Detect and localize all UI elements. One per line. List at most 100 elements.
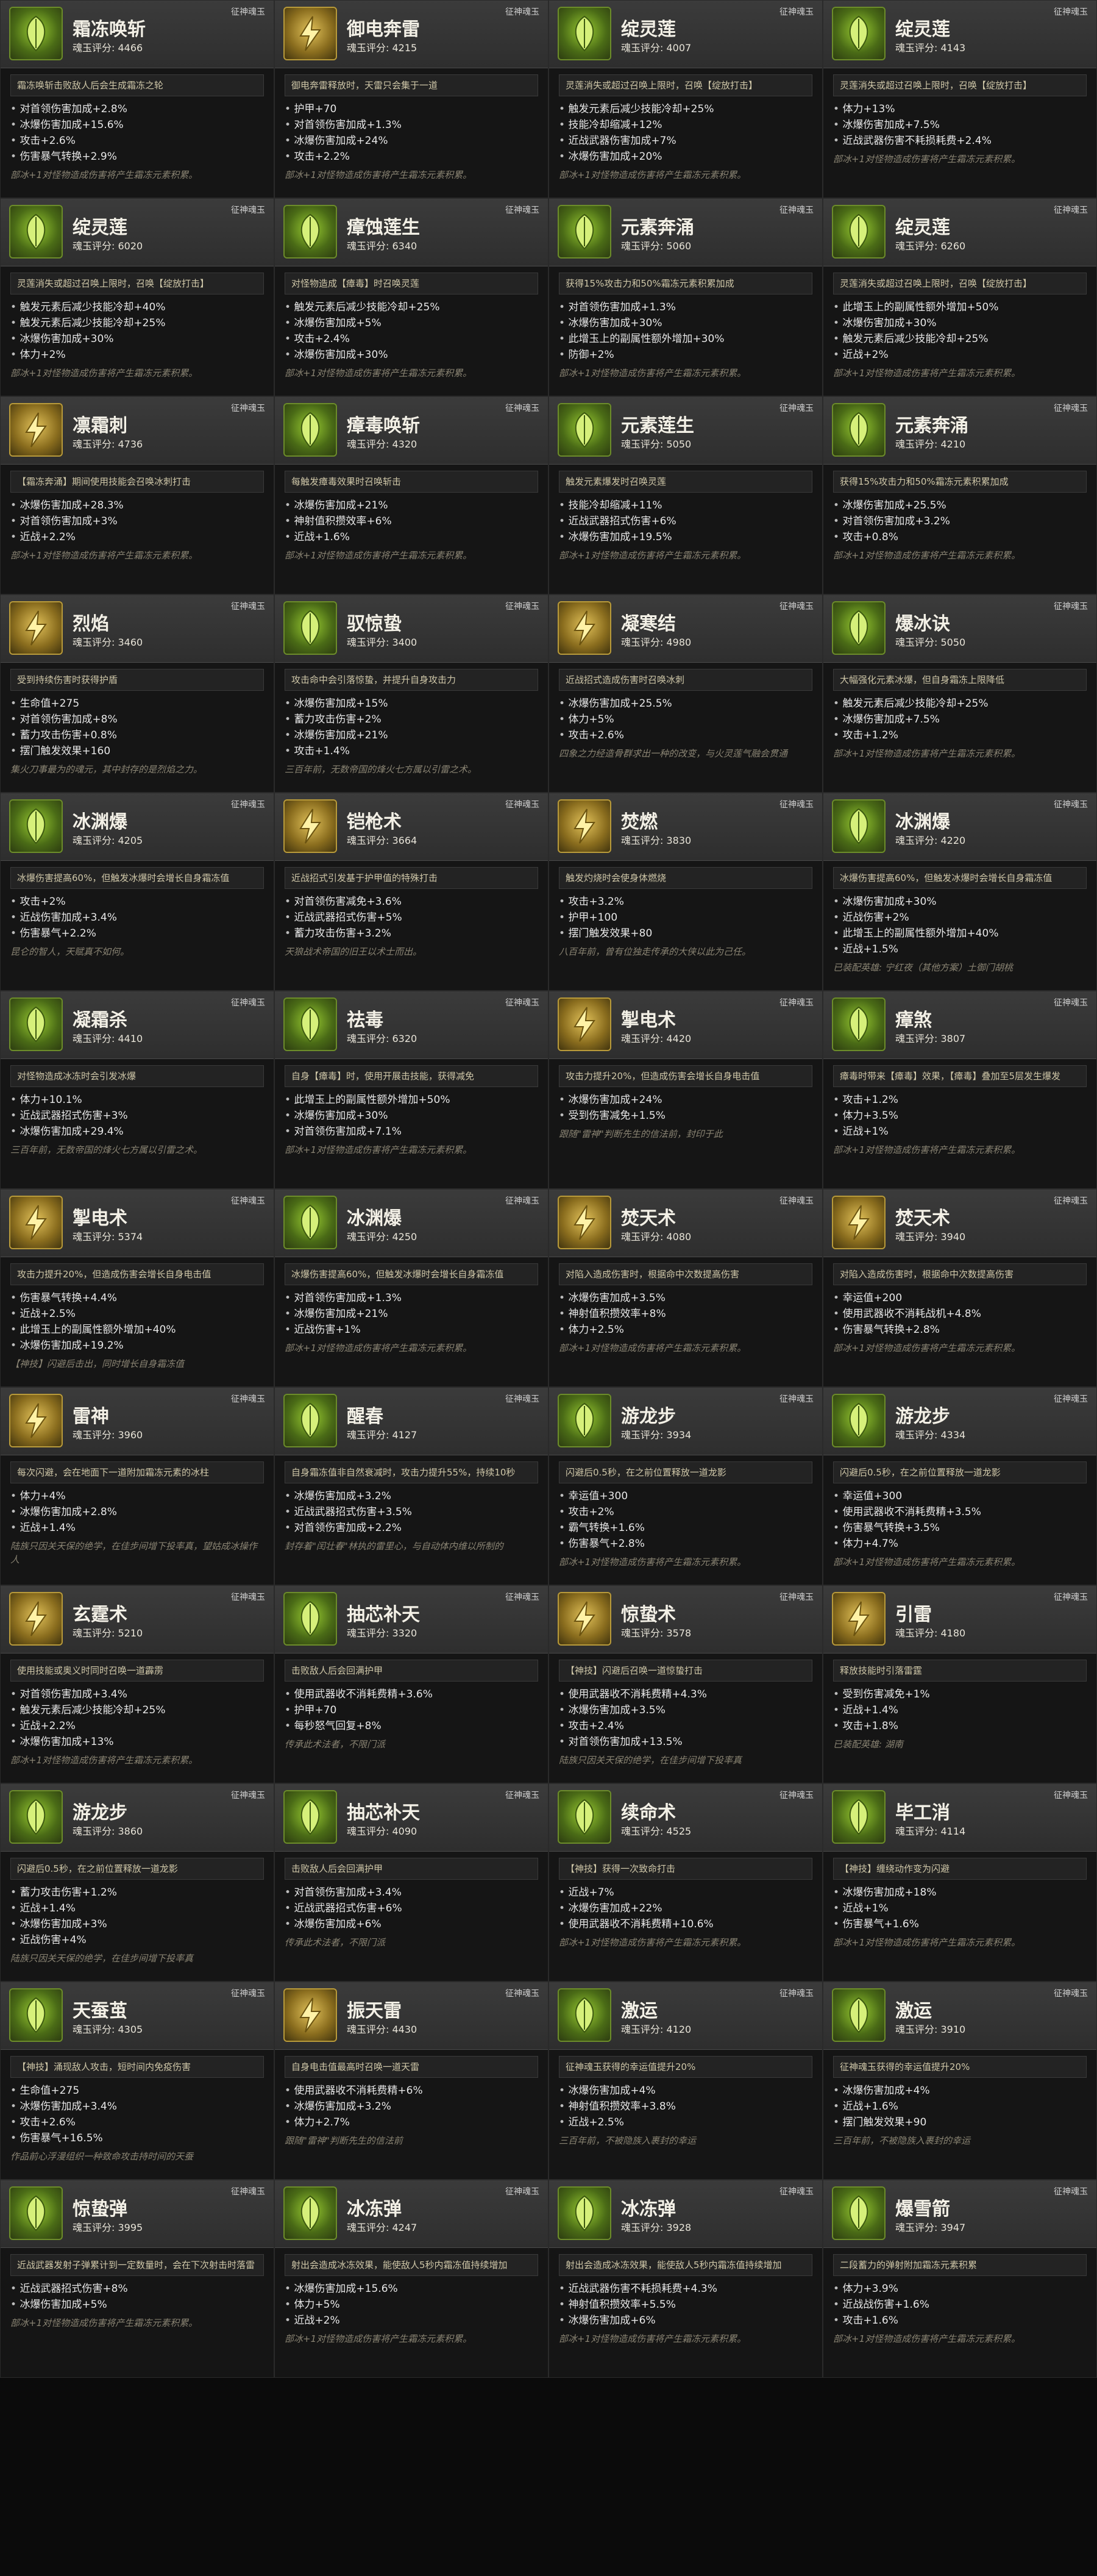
jade-name: 绽灵莲 — [73, 217, 127, 238]
jade-category-tag: 征神魂玉 — [779, 998, 814, 1008]
soul-jade-card[interactable]: 征神魂玉游龙步魂玉评分: 3860闪避后0.5秒，在之前位置释放一道龙影蓄力攻击… — [0, 1783, 274, 1982]
jade-flavor-text: 部冰+1对怪物造成伤害将产生霜冻元素积累。 — [833, 2333, 1021, 2344]
soul-jade-card[interactable]: 征神魂玉凝霜杀魂玉评分: 4410对怪物造成冰冻时会引发冰爆体力+10.1%近战… — [0, 991, 274, 1189]
jade-name: 凛霜刺 — [73, 415, 127, 437]
card-header: 征神魂玉 引雷 魂玉评分: 4180 — [823, 1586, 1096, 1654]
jade-name: 游龙步 — [895, 1406, 950, 1427]
jade-category-tag: 征神魂玉 — [505, 7, 539, 17]
leaf-jade-icon — [558, 2186, 611, 2240]
soul-jade-card[interactable]: 征神魂玉天蚕茧魂玉评分: 4305【神技】涌现敌人攻击，短时间内免疫伤害生命值+… — [0, 1982, 274, 2180]
soul-jade-card[interactable]: 征神魂玉祛毒魂玉评分: 6320自身【瘴毒】时，使用开展击技能，获得减免此增玉上… — [274, 991, 548, 1189]
jade-stat: 冰爆伤害加成+3.4% — [10, 2099, 264, 2114]
soul-jade-card[interactable]: 征神魂玉抽芯补天魂玉评分: 3320击败敌人后会回满护甲使用武器收不消耗费精+3… — [274, 1585, 548, 1783]
jade-category-tag: 征神魂玉 — [779, 1791, 814, 1800]
jade-category-tag: 征神魂玉 — [1054, 404, 1088, 413]
soul-jade-card[interactable]: 征神魂玉凝寒结魂玉评分: 4980近战招式造成伤害时召唤冰刺冰爆伤害加成+25.… — [548, 594, 823, 793]
soul-jade-card[interactable]: 征神魂玉焚燃魂玉评分: 3830触发灼烧时会使身体燃烧攻击+3.2%护甲+100… — [548, 793, 823, 991]
jade-category-tag: 征神魂玉 — [1054, 7, 1088, 17]
jade-description: 受到持续伤害时获得护盾 — [10, 669, 264, 691]
soul-jade-card[interactable]: 征神魂玉续命术魂玉评分: 4525【神技】获得一次致命打击近战+7%冰爆伤害加成… — [548, 1783, 823, 1982]
jade-stat: 伤害暴气+2.2% — [10, 926, 264, 941]
jade-stat: 对首领伤害加成+13.5% — [559, 1734, 812, 1750]
soul-jade-card[interactable]: 征神魂玉元素奔涌魂玉评分: 4210获得15%攻击力和50%霜冻元素积累加成冰爆… — [823, 396, 1097, 594]
jade-description: 征神魂玉获得的幸运值提升20% — [559, 2056, 812, 2078]
soul-jade-card[interactable]: 征神魂玉 冰渊爆 魂玉评分: 4220 冰爆伤害提高60%，但触发冰爆时会增长自身霜冻… — [823, 793, 1097, 991]
soul-jade-card[interactable]: 征神魂玉元素莲生魂玉评分: 5050触发元素爆发时召唤灵莲技能冷却缩减+11%近… — [548, 396, 823, 594]
soul-jade-card[interactable]: 征神魂玉 醒春 魂玉评分: 4127 自身霜冻值非自然衰减时，攻击力提升55%，持续1… — [274, 1387, 548, 1585]
soul-jade-card[interactable]: 征神魂玉瘴毒唤斩魂玉评分: 4320每触发瘴毒效果时召唤斩击冰爆伤害加成+21%… — [274, 396, 548, 594]
soul-jade-card[interactable]: 征神魂玉 冰冻弹 魂玉评分: 4247 射出会造成冰冻效果，能使敌人5秒内霜冻值持续增… — [274, 2180, 548, 2378]
soul-jade-card[interactable]: 征神魂玉抽芯补天魂玉评分: 4090击败敌人后会回满护甲对首领伤害加成+3.4%… — [274, 1783, 548, 1982]
soul-jade-card[interactable]: 征神魂玉元素奔涌魂玉评分: 5060获得15%攻击力和50%霜冻元素积累加成对首… — [548, 198, 823, 396]
soul-jade-card[interactable]: 征神魂玉毕工消魂玉评分: 4114【神技】缠绕动作变为闪避冰爆伤害加成+18%近… — [823, 1783, 1097, 1982]
soul-jade-card[interactable]: 征神魂玉焚天术魂玉评分: 3940对陷入造成伤害时，根据命中次数提高伤害幸运值+… — [823, 1189, 1097, 1387]
jade-description: 攻击力提升20%，但造成伤害会增长自身电击值 — [10, 1263, 264, 1285]
card-body: 冰爆伤害提高60%，但触发冰爆时会增长自身霜冻值对首领伤害加成+1.3%冰爆伤害… — [275, 1257, 548, 1355]
soul-jade-card[interactable]: 征神魂玉瘴蚀莲生魂玉评分: 6340对怪物造成【瘴毒】时召唤灵莲触发元素后减少技… — [274, 198, 548, 396]
leaf-jade-icon — [283, 1394, 337, 1447]
card-body: 【神技】涌现敌人攻击，短时间内免疫伤害生命值+275冰爆伤害加成+3.4%攻击+… — [1, 2050, 274, 2163]
jade-stat: 触发元素后减少技能冷却+25% — [10, 1702, 264, 1718]
soul-jade-card[interactable]: 征神魂玉绽灵莲魂玉评分: 6020灵莲消失或超过召唤上限时，召唤【绽放打击】触发… — [0, 198, 274, 396]
soul-jade-card[interactable]: 征神魂玉激运魂玉评分: 3910 征神魂玉获得的幸运值提升20% 冰爆伤害加成+4%… — [823, 1982, 1097, 2180]
soul-jade-card[interactable]: 征神魂玉铠枪术魂玉评分: 3664近战招式引发基于护甲值的特殊打击对首领伤害减免… — [274, 793, 548, 991]
jade-stat: 对首领伤害加成+3% — [10, 513, 264, 529]
card-body: 近战招式引发基于护甲值的特殊打击对首领伤害减免+3.6%近战武器招式伤害+5%蓄… — [275, 861, 548, 958]
jade-category-tag: 征神魂玉 — [1054, 205, 1088, 215]
jade-name: 毕工消 — [895, 1802, 950, 1824]
soul-jade-card[interactable]: 征神魂玉御电奔雷魂玉评分: 4215御电奔雷释放时，天雷只会集于一道护甲+70对… — [274, 0, 548, 198]
jade-stat: 冰爆伤害加成+21% — [285, 727, 538, 743]
leaf-jade-icon — [832, 601, 886, 655]
leaf-jade-icon — [832, 403, 886, 457]
jade-name: 绽灵莲 — [895, 19, 950, 40]
jade-flavor-text: 陆族只因关天保的绝学，在佳步间增下投率真 — [10, 1953, 194, 1964]
soul-jade-card[interactable]: 征神魂玉焚天术魂玉评分: 4080对陷入造成伤害时，根据命中次数提高伤害冰爆伤害… — [548, 1189, 823, 1387]
soul-jade-card[interactable]: 征神魂玉 瘴煞 魂玉评分: 3807 瘴毒时带来【瘴毒】效果，【瘴毒】叠加至5层发生爆… — [823, 991, 1097, 1189]
soul-jade-card[interactable]: 征神魂玉绽灵莲魂玉评分: 6260灵莲消失或超过召唤上限时，召唤【绽放打击】此增… — [823, 198, 1097, 396]
soul-jade-card[interactable]: 征神魂玉 冰冻弹 魂玉评分: 3928 射出会造成冰冻效果，能使敌人5秒内霜冻值持续增… — [548, 2180, 823, 2378]
soul-jade-card[interactable]: 征神魂玉雷神魂玉评分: 3960每次闪避，会在地面下一道附加霜冻元素的冰柱体力+… — [0, 1387, 274, 1585]
jade-stat: 攻击+2.6% — [10, 133, 264, 149]
jade-stat: 冰爆伤害加成+24% — [559, 1092, 812, 1108]
soul-jade-card[interactable]: 征神魂玉掣电术魂玉评分: 4420攻击力提升20%，但造成伤害会增长自身电击值冰… — [548, 991, 823, 1189]
jade-stat: 冰爆伤害加成+30% — [833, 894, 1087, 910]
soul-jade-card[interactable]: 征神魂玉 惊蛰弹 魂玉评分: 3995 近战武器发射子弹累计到一定数量时，会在下次射击… — [0, 2180, 274, 2378]
jade-name: 绽灵莲 — [621, 19, 676, 40]
card-body: 二段蓄力的弹射附加霜冻元素积累体力+3.9%近战战伤害+1.6%攻击+1.6% 部… — [823, 2248, 1096, 2346]
soul-jade-card[interactable]: 征神魂玉爆雪箭魂玉评分: 3947二段蓄力的弹射附加霜冻元素积累体力+3.9%近… — [823, 2180, 1097, 2378]
soul-jade-card[interactable]: 征神魂玉驭惊蛰魂玉评分: 3400攻击命中会引落惊蛰，并提升自身攻击力冰爆伤害加… — [274, 594, 548, 793]
jade-stat: 蓄力攻击伤害+2% — [285, 712, 538, 727]
soul-jade-card[interactable]: 征神魂玉振天雷魂玉评分: 4430自身电击值最高时召唤一道天雷使用武器收不消耗费… — [274, 1982, 548, 2180]
jade-stat: 蓄力攻击伤害+1.2% — [10, 1885, 264, 1900]
soul-jade-card[interactable]: 征神魂玉爆冰诀魂玉评分: 5050大幅强化元素冰爆，但自身霜冻上限降低触发元素后… — [823, 594, 1097, 793]
soul-jade-card[interactable]: 征神魂玉玄霆术魂玉评分: 5210使用技能或奥义时同时召唤一道霹雳对首领伤害加成… — [0, 1585, 274, 1783]
soul-jade-card[interactable]: 征神魂玉游龙步魂玉评分: 3934闪避后0.5秒，在之前位置释放一道龙影幸运值+… — [548, 1387, 823, 1585]
soul-jade-card[interactable]: 征神魂玉掣电术魂玉评分: 5374攻击力提升20%，但造成伤害会增长自身电击值伤… — [0, 1189, 274, 1387]
card-header: 征神魂玉 冰渊爆 魂玉评分: 4250 — [275, 1190, 548, 1257]
soul-jade-card[interactable]: 征神魂玉烈焰魂玉评分: 3460受到持续伤害时获得护盾生命值+275对首领伤害加… — [0, 594, 274, 793]
jade-stat: 触发元素后减少技能冷却+25% — [559, 101, 812, 117]
card-body: 每次闪避，会在地面下一道附加霜冻元素的冰柱体力+4%冰爆伤害加成+2.8%近战+… — [1, 1455, 274, 1566]
soul-jade-card[interactable]: 征神魂玉游龙步魂玉评分: 4334闪避后0.5秒，在之前位置释放一道龙影幸运值+… — [823, 1387, 1097, 1585]
soul-jade-card[interactable]: 征神魂玉凛霜刺魂玉评分: 4736【霜冻奔涌】期间使用技能会召唤冰刺打击冰爆伤害… — [0, 396, 274, 594]
jade-name: 霜冻唤斩 — [73, 19, 146, 40]
soul-jade-card[interactable]: 征神魂玉绽灵莲魂玉评分: 4007灵莲消失或超过召唤上限时，召唤【绽放打击】触发… — [548, 0, 823, 198]
jade-name: 铠枪术 — [347, 812, 402, 833]
jade-score: 魂玉评分: 4210 — [895, 438, 966, 450]
soul-jade-card[interactable]: 征神魂玉绽灵莲魂玉评分: 4143灵莲消失或超过召唤上限时，召唤【绽放打击】体力… — [823, 0, 1097, 198]
jade-stat: 防御+2% — [559, 347, 812, 363]
jade-category-tag: 征神魂玉 — [231, 1791, 265, 1800]
soul-jade-card[interactable]: 征神魂玉激运魂玉评分: 4120 征神魂玉获得的幸运值提升20% 冰爆伤害加成+4%… — [548, 1982, 823, 2180]
jade-category-tag: 征神魂玉 — [1054, 1791, 1088, 1800]
soul-jade-card[interactable]: 征神魂玉霜冻唤斩魂玉评分: 4466霜冻唤斩击败敌人后会生成霜冻之轮对首领伤害加… — [0, 0, 274, 198]
soul-jade-card[interactable]: 征神魂玉 冰渊爆 魂玉评分: 4205 冰爆伤害提高60%，但触发冰爆时会增长自身霜冻… — [0, 793, 274, 991]
soul-jade-card[interactable]: 征神魂玉 冰渊爆 魂玉评分: 4250 冰爆伤害提高60%，但触发冰爆时会增长自身霜冻… — [274, 1189, 548, 1387]
jade-score: 魂玉评分: 3664 — [347, 835, 417, 846]
jade-stat: 神射值积攒效率+6% — [285, 513, 538, 529]
jade-category-tag: 征神魂玉 — [779, 2187, 814, 2197]
soul-jade-card[interactable]: 征神魂玉引雷魂玉评分: 4180释放技能时引落雷霆受到伤害减免+1%近战+1.4… — [823, 1585, 1097, 1783]
jade-stat: 冰爆伤害加成+7.5% — [833, 117, 1087, 133]
soul-jade-card[interactable]: 征神魂玉惊蛰术魂玉评分: 3578【神技】闪避后召唤一道惊蛰打击使用武器收不消耗… — [548, 1585, 823, 1783]
card-body: 使用技能或奥义时同时召唤一道霹雳对首领伤害加成+3.4%触发元素后减少技能冷却+… — [1, 1654, 274, 1767]
jade-stat: 冰爆伤害加成+25.5% — [559, 696, 812, 712]
